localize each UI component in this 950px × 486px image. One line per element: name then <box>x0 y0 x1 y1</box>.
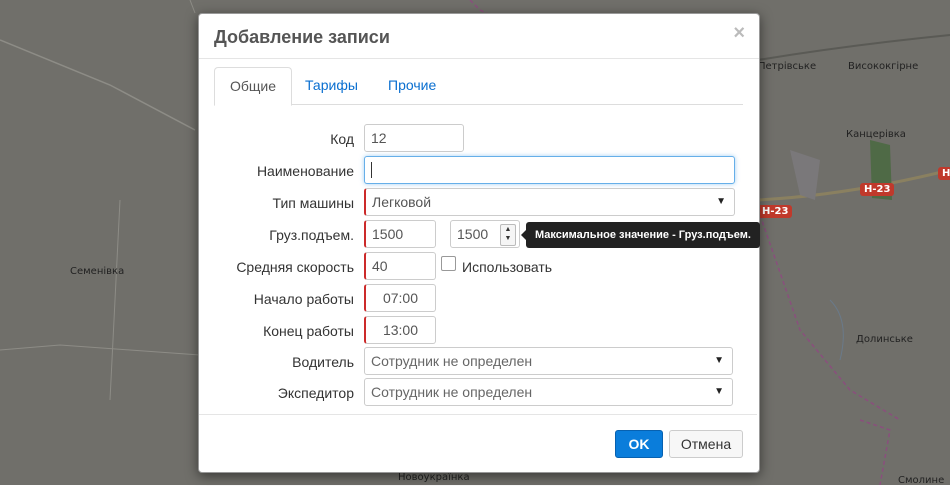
tab-bar: Общие Тарифы Прочие <box>214 67 743 106</box>
work-start-input[interactable]: 07:00 <box>364 284 436 312</box>
use-speed-checkbox[interactable] <box>441 256 456 271</box>
text-cursor <box>371 162 372 178</box>
row-avg-speed: Средняя скорость 40 Использовать <box>199 252 759 282</box>
tab-tariffs[interactable]: Тарифы <box>290 67 373 103</box>
map-label-novoukrainka: Новоукраїнка <box>398 472 470 483</box>
name-input[interactable] <box>364 156 735 184</box>
dialog-footer: OK Отмена <box>199 414 757 472</box>
map-label-kantserivka: Канцерівка <box>846 129 906 140</box>
spinner-arrows-icon[interactable]: ▲ ▼ <box>500 224 516 246</box>
label-capacity: Груз.подъем. <box>269 227 354 243</box>
row-forwarder: Экспедитор Сотрудник не определен ▼ <box>199 378 759 408</box>
tab-other[interactable]: Прочие <box>373 67 451 103</box>
capacity-tooltip: Максимальное значение - Груз.подъем. <box>521 222 760 248</box>
driver-value: Сотрудник не определен <box>371 353 533 369</box>
avg-speed-input[interactable]: 40 <box>364 252 436 280</box>
dialog-header: Добавление записи × <box>199 14 759 59</box>
add-record-dialog: Добавление записи × Общие Тарифы Прочие … <box>198 13 760 473</box>
code-input[interactable]: 12 <box>364 124 464 152</box>
ok-button[interactable]: OK <box>615 430 663 458</box>
work-end-input[interactable]: 13:00 <box>364 316 436 344</box>
close-icon[interactable]: × <box>733 22 745 45</box>
use-speed-label: Использовать <box>462 259 553 275</box>
label-vehicle-type: Тип машины <box>272 195 354 211</box>
map-label-semenivka: Семенівка <box>70 266 125 277</box>
forwarder-value: Сотрудник не определен <box>371 384 533 400</box>
road-badge-h23: H-23 <box>860 183 895 196</box>
label-name: Наименование <box>256 163 354 179</box>
row-name: Наименование <box>199 156 759 186</box>
label-work-end: Конец работы <box>263 323 354 339</box>
row-capacity: Груз.подъем. 1500 1500 ▲ ▼ Максимальное з… <box>199 220 760 250</box>
road-badge-h: H <box>938 167 950 180</box>
vehicle-type-select[interactable]: Легковой ▼ <box>364 188 735 216</box>
label-driver: Водитель <box>292 354 354 370</box>
capacity-max-spinner[interactable]: 1500 ▲ ▼ <box>450 220 520 248</box>
label-code: Код <box>330 131 354 147</box>
label-work-start: Начало работы <box>253 291 354 307</box>
row-driver: Водитель Сотрудник не определен ▼ <box>199 347 759 377</box>
label-forwarder: Экспедитор <box>277 385 354 401</box>
row-vehicle-type: Тип машины Легковой ▼ <box>199 188 759 218</box>
caret-down-icon: ▼ <box>714 386 724 397</box>
forwarder-select[interactable]: Сотрудник не определен ▼ <box>364 378 733 406</box>
vehicle-type-value: Легковой <box>372 194 432 210</box>
map-label-dolynske: Долинське <box>856 334 913 345</box>
row-code: Код 12 <box>199 124 759 154</box>
driver-select[interactable]: Сотрудник не определен ▼ <box>364 347 733 375</box>
cancel-button[interactable]: Отмена <box>669 430 743 458</box>
road-badge-h23-2: H-23 <box>758 205 793 218</box>
caret-down-icon: ▼ <box>716 196 726 207</box>
capacity-input[interactable]: 1500 <box>364 220 436 248</box>
dialog-title: Добавление записи <box>214 27 390 47</box>
capacity-max-value: 1500 <box>457 226 489 242</box>
caret-down-icon: ▼ <box>714 355 724 366</box>
row-work-start: Начало работы 07:00 <box>199 284 759 314</box>
map-label-vysokohirne: Висококгірне <box>848 61 919 72</box>
row-work-end: Конец работы 13:00 <box>199 316 759 346</box>
map-label-petrivske: Петрівське <box>758 61 817 72</box>
tab-general[interactable]: Общие <box>214 67 293 106</box>
label-avg-speed: Средняя скорость <box>236 259 354 275</box>
map-label-smolyne: Смолине <box>898 475 945 486</box>
